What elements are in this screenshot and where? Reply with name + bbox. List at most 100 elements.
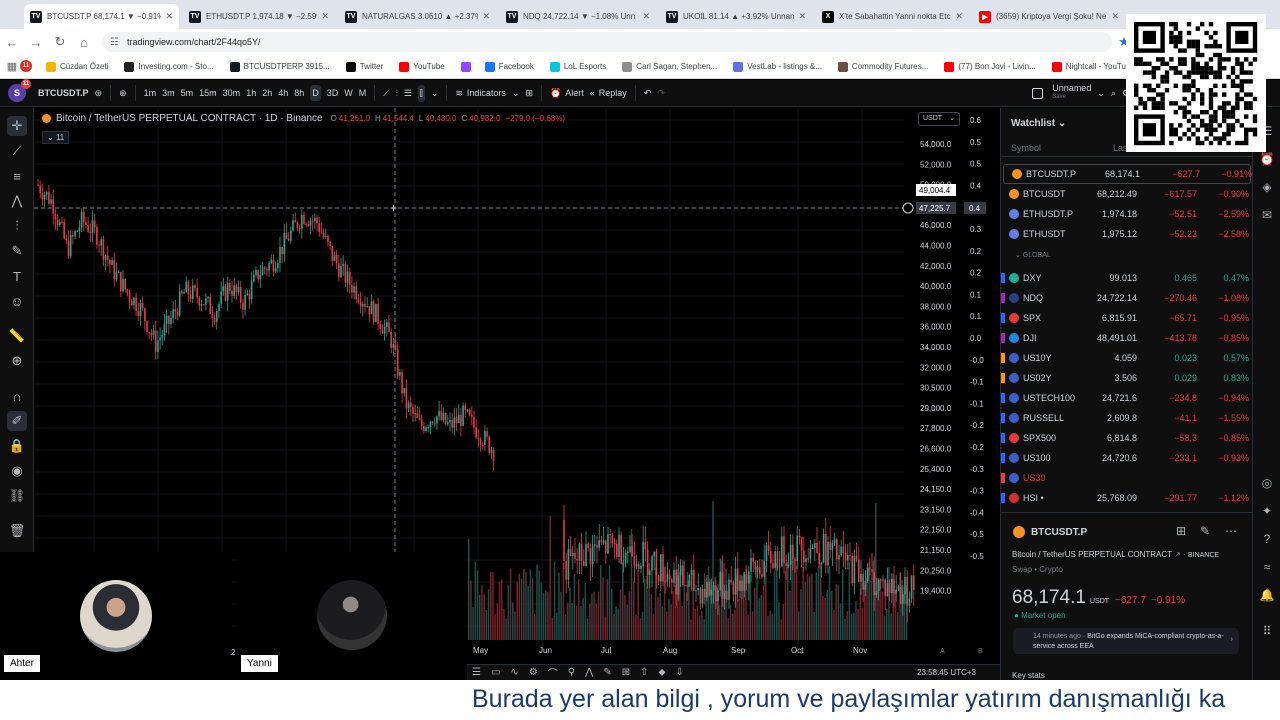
color-flag-icon[interactable] bbox=[1001, 273, 1005, 283]
help-icon[interactable]: ? bbox=[1258, 530, 1276, 548]
external-link-icon[interactable]: ↗ bbox=[1174, 550, 1183, 559]
color-flag-icon[interactable] bbox=[1001, 433, 1005, 443]
color-flag-icon[interactable] bbox=[1001, 293, 1005, 303]
replay-button[interactable]: «Replay bbox=[590, 88, 627, 98]
bookmark-item[interactable]: Cüzdan Özeti bbox=[46, 61, 108, 72]
watchlist-row[interactable]: RUSSELL 2,609.8 −41.1 −1.55% bbox=[1001, 408, 1249, 428]
bookmark-item[interactable]: Commodity Futures... bbox=[837, 61, 928, 72]
watchlist-row[interactable]: SPX500 6,814.8 −58.3 −0.85% bbox=[1001, 428, 1249, 448]
link-icon[interactable]: ⛓ bbox=[7, 486, 27, 506]
close-icon[interactable]: ✕ bbox=[321, 11, 329, 22]
interval-3d[interactable]: 3D bbox=[327, 85, 339, 101]
alerts-clock-icon[interactable]: ⏰ bbox=[1258, 150, 1276, 168]
close-icon[interactable]: ✕ bbox=[1111, 11, 1119, 22]
layout-square-icon[interactable] bbox=[1032, 87, 1044, 99]
watchlist-row[interactable]: SPX 6,815.91 −65.71 −0.95% bbox=[1001, 308, 1249, 328]
menu-icon[interactable]: ☰ bbox=[472, 667, 481, 678]
trash-icon[interactable]: 🗑 bbox=[7, 521, 27, 541]
bookmark-item[interactable] bbox=[460, 61, 475, 72]
watchlist-row[interactable]: US02Y 3.506 0.029 0.83% bbox=[1001, 368, 1249, 388]
indicators-button[interactable]: ≋ Indicators bbox=[455, 88, 506, 99]
chevron-down-icon[interactable]: ⌄ bbox=[512, 88, 520, 99]
lock-icon[interactable]: 🔒 bbox=[7, 436, 27, 456]
hide-eye-icon[interactable]: ◉ bbox=[7, 461, 27, 481]
emoji-icon[interactable]: ☺ bbox=[7, 291, 27, 311]
news-item[interactable]: 14 minutes ago · BitGo expands MiCA-comp… bbox=[1013, 628, 1239, 654]
interval-15m[interactable]: 15m bbox=[199, 85, 217, 101]
chart-type-hollow-icon[interactable]: ⫿ bbox=[417, 84, 425, 102]
watchlist-row[interactable]: ETHUSDT 1,975.12 −52.23 −2.58% bbox=[1001, 224, 1249, 244]
pattern-icon[interactable]: ⋀ bbox=[585, 667, 593, 678]
target-icon[interactable]: ◎ bbox=[1258, 474, 1276, 492]
close-icon[interactable]: ✕ bbox=[165, 11, 173, 22]
grid-view-icon[interactable]: ⊞ bbox=[1176, 524, 1186, 538]
close-icon[interactable]: ✕ bbox=[482, 11, 490, 22]
fib-retracement-icon[interactable]: ≡ bbox=[7, 166, 27, 186]
scale-a-icon[interactable]: A bbox=[940, 648, 945, 655]
templates-grid-icon[interactable]: ⊞ bbox=[525, 88, 533, 99]
browser-tab[interactable]: ▶ (3659) Kriptoya Vergi Şoku! Ne ✕ bbox=[973, 4, 1125, 29]
chevron-down-icon[interactable]: ⌄ bbox=[431, 88, 439, 99]
magnet-icon[interactable]: ∩ bbox=[7, 386, 27, 406]
light-bulb-icon[interactable]: ✦ bbox=[1258, 502, 1276, 520]
browser-tab[interactable]: TV ETHUSDT.P 1,974.18 ▼ −2.59% ✕ bbox=[183, 4, 335, 29]
color-flag-icon[interactable] bbox=[1001, 473, 1005, 483]
bookmark-item[interactable]: (77) Bon Jovi - Livin... bbox=[944, 61, 1036, 72]
arrow-icon[interactable]: ⇧ bbox=[640, 667, 648, 678]
interval-5m[interactable]: 5m bbox=[181, 85, 194, 101]
close-icon[interactable]: ✕ bbox=[798, 11, 806, 22]
interval-3m[interactable]: 3m bbox=[162, 85, 175, 101]
watchlist-row[interactable]: BTCUSDT 68,212.49 −617.57 −0.90% bbox=[1001, 184, 1249, 204]
down-arrow-icon[interactable]: ⇩ bbox=[675, 667, 683, 678]
color-flag-icon[interactable] bbox=[1001, 453, 1005, 463]
color-flag-icon[interactable] bbox=[1001, 493, 1005, 503]
brush-icon[interactable]: ✎ bbox=[7, 241, 27, 261]
more-icon[interactable]: ⋯ bbox=[1225, 524, 1237, 538]
bookmark-item[interactable]: YouTube bbox=[399, 61, 445, 72]
rectangle-icon[interactable]: ▭ bbox=[491, 667, 500, 678]
crosshair-icon[interactable]: ✛ bbox=[7, 116, 27, 136]
color-flag-icon[interactable] bbox=[1004, 169, 1008, 179]
watchlist-title[interactable]: Watchlist ⌄ bbox=[1011, 118, 1066, 129]
stream-icon[interactable]: ≈ bbox=[1258, 558, 1276, 576]
interval-2h[interactable]: 2h bbox=[262, 85, 272, 101]
marker-icon[interactable]: ⬥ bbox=[658, 667, 665, 678]
column-symbol[interactable]: Symbol bbox=[1011, 143, 1041, 153]
watchlist-row[interactable]: US30 bbox=[1001, 468, 1249, 488]
interval-w[interactable]: W bbox=[344, 85, 353, 101]
bookmark-item[interactable]: Facebook bbox=[484, 61, 534, 72]
forward-icon[interactable]: → bbox=[24, 35, 48, 50]
bell-icon[interactable]: 🔔 bbox=[1258, 586, 1276, 604]
chart-type-bars-icon[interactable]: ⫶ bbox=[396, 88, 398, 99]
color-flag-icon[interactable] bbox=[1001, 209, 1005, 219]
detail-symbol[interactable]: BTCUSDT.P bbox=[1031, 527, 1087, 538]
color-flag-icon[interactable] bbox=[1001, 189, 1005, 199]
chart-clock[interactable]: 23:58:45 UTC+3 bbox=[917, 668, 976, 677]
interval-4h[interactable]: 4h bbox=[278, 85, 288, 101]
watchlist-row[interactable]: USTECH100 24,721.6 −234.8 −0.94% bbox=[1001, 388, 1249, 408]
chart-type-candles-icon[interactable]: ☰ bbox=[404, 88, 412, 99]
watchlist-row[interactable]: ETHUSDT.P 1,974.18 −52.51 −2.59% bbox=[1001, 204, 1249, 224]
watchlist-row[interactable]: DJI 48,491.01 −413.78 −0.85% bbox=[1001, 328, 1249, 348]
grid-dots-icon[interactable]: ⠿ bbox=[1258, 622, 1276, 640]
url-input[interactable]: ☷ tradingview.com/chart/2F44qo5Y/ bbox=[102, 32, 1112, 52]
watchlist-row[interactable]: US100 24,720.6 −233.1 −0.93% bbox=[1001, 448, 1249, 468]
watchlist-row[interactable]: BTCUSDT.P 68,174.1 −627.7 −0.91% bbox=[1003, 164, 1252, 184]
alert-button[interactable]: ⏰ Alert bbox=[550, 88, 584, 99]
bookmark-item[interactable]: Twitter bbox=[345, 61, 383, 72]
watchlist-row[interactable]: DXY 99.013 0.465 0.47% bbox=[1001, 268, 1249, 288]
quick-search-icon[interactable]: ⌕ bbox=[1111, 88, 1116, 99]
interval-30m[interactable]: 30m bbox=[223, 85, 241, 101]
browser-tab[interactable]: TV NATURALGAS 3.0610 ▲ +2.37% ✕ bbox=[339, 4, 496, 29]
interval-1h[interactable]: 1h bbox=[246, 85, 256, 101]
undo-icon[interactable]: ↶ bbox=[644, 88, 652, 99]
table-icon[interactable]: ⊞ bbox=[622, 667, 630, 678]
currency-select[interactable]: USDT ⌄ bbox=[918, 112, 960, 126]
browser-tab[interactable]: TV NDQ 24,722.14 ▼ −1.08% Unn ✕ bbox=[500, 4, 656, 29]
color-flag-icon[interactable] bbox=[1001, 393, 1005, 403]
forecast-icon[interactable]: ⫶ bbox=[7, 216, 27, 236]
gear-icon[interactable]: ⚙ bbox=[529, 667, 538, 678]
brush-icon[interactable]: ✎ bbox=[603, 667, 611, 678]
add-alert-plus-icon[interactable] bbox=[902, 202, 914, 214]
reload-icon[interactable]: ↻ bbox=[48, 34, 72, 50]
